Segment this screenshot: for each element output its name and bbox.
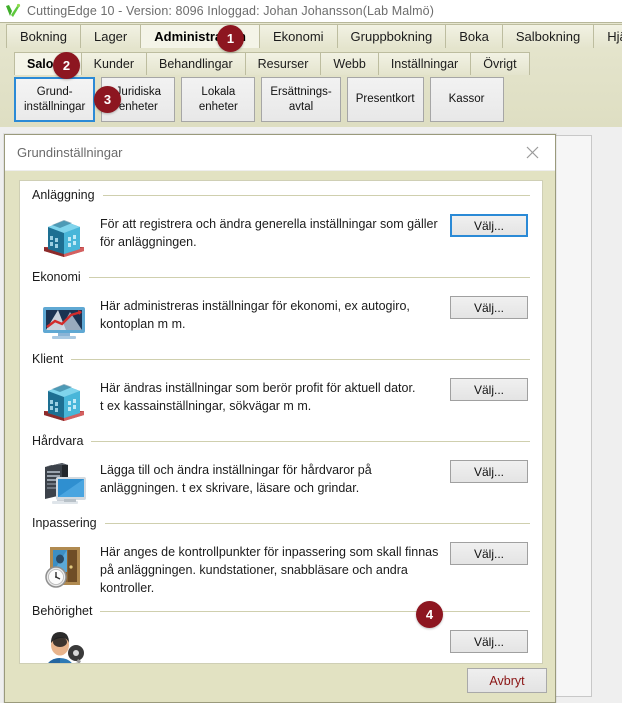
dialog-titlebar: Grundinställningar [5, 135, 555, 171]
section-description-anlaggning: För att registrera och ändra generella i… [100, 217, 438, 250]
valj-button-inpassering[interactable]: Välj... [450, 542, 528, 565]
section-description-ekonomi: Här administreras inställningar för ekon… [100, 299, 410, 332]
monitor-chart-icon [38, 293, 90, 345]
step-badge-3: 3 [94, 86, 121, 113]
sub-tabstrip: Salong Kunder Behandlingar Resurser Webb… [14, 52, 530, 75]
dialog-title: Grundinställningar [17, 145, 123, 160]
section-description-inpassering: Här anges de kontrollpunkter för inpasse… [100, 545, 439, 596]
subtab-installningar[interactable]: Inställningar [377, 52, 472, 75]
subtab-resurser[interactable]: Resurser [244, 52, 322, 75]
section-title-inpassering: Inpassering [32, 516, 97, 530]
section-klient: Klient Här ändras inställningar som berö… [20, 349, 542, 427]
subtab-ovrigt[interactable]: Övrigt [470, 52, 530, 75]
toolbar-button-presentkort[interactable]: Presentkort [346, 77, 424, 122]
tab-hjalp[interactable]: Hjälp [593, 24, 622, 48]
user-key-icon [38, 627, 90, 663]
section-title-ekonomi: Ekonomi [32, 270, 81, 284]
tab-gruppbokning[interactable]: Gruppbokning [336, 24, 447, 48]
toolbar-button-lokala-enheter[interactable]: Lokala enheter [181, 77, 256, 122]
toolbar-button-grundinstallningar[interactable]: Grund- inställningar [14, 77, 96, 122]
section-title-klient: Klient [32, 352, 64, 366]
dialog-footer: Avbryt [5, 664, 555, 702]
section-divider [71, 358, 530, 360]
application-window: CuttingEdge 10 - Version: 8096 Inloggad:… [0, 0, 622, 703]
section-behorighet: Behörighet Välj... [20, 601, 542, 663]
section-header: Anläggning [32, 185, 530, 205]
section-title-anlaggning: Anläggning [32, 188, 95, 202]
section-inpassering: Inpassering Här anges de kontrollpunkter… [20, 513, 542, 597]
valj-button-behorighet[interactable]: Välj... [450, 630, 528, 654]
section-row: Välj... [32, 621, 530, 663]
toolbar-button-ersattningsavtal[interactable]: Ersättnings- avtal [261, 77, 341, 122]
building-icon [38, 211, 90, 263]
section-divider [100, 610, 530, 612]
tab-bokning[interactable]: Bokning [6, 24, 81, 48]
main-tabstrip: Bokning Lager Administration Ekonomi Gru… [6, 24, 622, 48]
subtab-webb[interactable]: Webb [320, 52, 379, 75]
app-logo-icon [4, 2, 22, 20]
window-titlebar: CuttingEdge 10 - Version: 8096 Inloggad:… [0, 0, 622, 22]
section-description-behorighet [100, 627, 450, 631]
section-ekonomi: Ekonomi Här administreras inställningar … [20, 267, 542, 345]
valj-button-ekonomi[interactable]: Välj... [450, 296, 528, 319]
section-divider [102, 194, 530, 196]
subtab-behandlingar[interactable]: Behandlingar [145, 52, 246, 75]
door-clock-icon [38, 539, 90, 591]
subtab-kunder[interactable]: Kunder [80, 52, 147, 75]
section-divider [104, 522, 530, 524]
section-header: Klient [32, 349, 530, 369]
section-header: Hårdvara [32, 431, 530, 451]
section-row: Lägga till och ändra inställningar för h… [32, 451, 530, 509]
grundinstallningar-dialog: Grundinställningar Anläggning För att re… [4, 134, 556, 703]
valj-button-anlaggning[interactable]: Välj... [450, 214, 528, 237]
section-header: Inpassering [32, 513, 530, 533]
ribbon-area: Bokning Lager Administration Ekonomi Gru… [0, 22, 622, 128]
section-row: Här administreras inställningar för ekon… [32, 287, 530, 345]
tab-boka[interactable]: Boka [445, 24, 503, 48]
server-monitor-icon [38, 457, 90, 509]
section-row: Här ändras inställningar som berör profi… [32, 369, 530, 427]
close-icon[interactable] [521, 142, 543, 164]
section-description-hardvara: Lägga till och ändra inställningar för h… [100, 463, 372, 496]
section-anlaggning: Anläggning För att registrera och ändra … [20, 185, 542, 263]
section-divider [88, 276, 530, 278]
section-row: För att registrera och ändra generella i… [32, 205, 530, 263]
section-divider [91, 440, 530, 442]
section-header: Ekonomi [32, 267, 530, 287]
valj-button-hardvara[interactable]: Välj... [450, 460, 528, 483]
section-row: Här anges de kontrollpunkter för inpasse… [32, 533, 530, 597]
section-title-hardvara: Hårdvara [32, 434, 84, 448]
tab-salbokning[interactable]: Salbokning [501, 24, 595, 48]
valj-button-klient[interactable]: Välj... [450, 378, 528, 401]
step-badge-1: 1 [217, 25, 244, 52]
section-description-klient: Här ändras inställningar som berör profi… [100, 381, 416, 414]
building-icon [38, 375, 90, 427]
step-badge-4: 4 [416, 601, 443, 628]
section-title-behorighet: Behörighet [32, 604, 93, 619]
toolbar: Grund- inställningar Juridiska enheter L… [14, 77, 504, 122]
window-title: CuttingEdge 10 - Version: 8096 Inloggad:… [27, 4, 434, 18]
tab-ekonomi[interactable]: Ekonomi [258, 24, 338, 48]
section-header: Behörighet [32, 601, 530, 621]
dialog-body: Anläggning För att registrera och ändra … [19, 180, 543, 664]
step-badge-2: 2 [53, 52, 80, 79]
section-hardvara: Hårdvara Lägga till och ändra inställnin… [20, 431, 542, 509]
toolbar-button-kassor[interactable]: Kassor [429, 77, 504, 122]
tab-lager[interactable]: Lager [79, 24, 142, 48]
cancel-button[interactable]: Avbryt [467, 668, 547, 693]
